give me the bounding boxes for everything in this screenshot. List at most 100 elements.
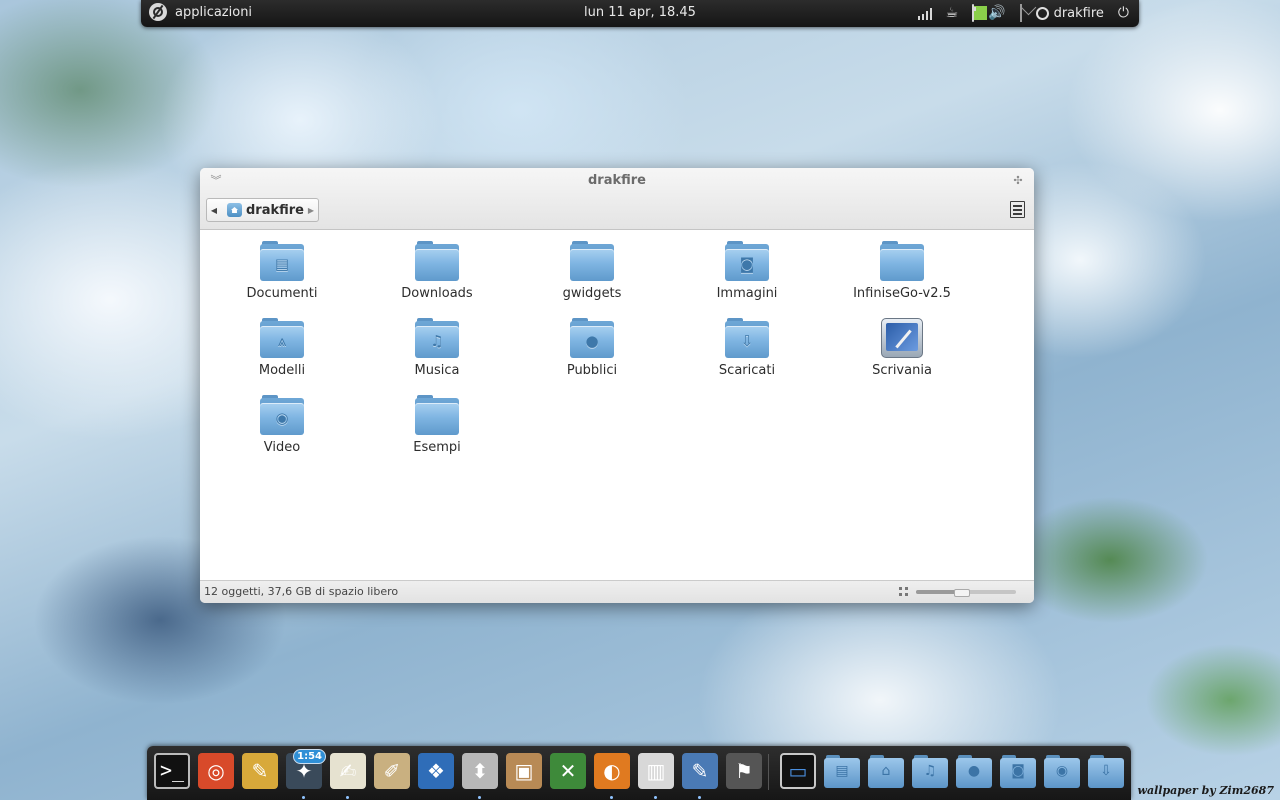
- place-glyph: ▤: [835, 763, 849, 779]
- running-indicator: [302, 796, 305, 799]
- running-indicator: [654, 796, 657, 799]
- timer-badge: 1:54: [293, 749, 326, 764]
- dock-separator: [768, 754, 769, 790]
- power-icon[interactable]: ⏻: [1118, 3, 1129, 23]
- place-glyph: ⇩: [1100, 763, 1112, 779]
- battery-icon[interactable]: [972, 3, 988, 23]
- folder-icon: [880, 241, 924, 281]
- video-folder-icon: ◉: [260, 395, 304, 435]
- running-indicator: [478, 796, 481, 799]
- top-panel: applicazioni lun 11 apr, 18.45 ☕ 🔊 drakf…: [141, 0, 1139, 27]
- drawing-icon[interactable]: ✐: [374, 753, 410, 789]
- dock-glyph: ⚑: [735, 759, 753, 783]
- public-place-icon[interactable]: ●: [956, 753, 992, 789]
- file-item[interactable]: ◉ Video: [217, 395, 347, 455]
- file-item[interactable]: ⇩ Scaricati: [682, 318, 812, 378]
- clock-label[interactable]: lun 11 apr, 18.45: [584, 5, 696, 20]
- home-icon: [227, 203, 242, 217]
- file-item-label: Immagini: [716, 286, 778, 301]
- file-item-label: Pubblici: [566, 363, 618, 378]
- wallpaper-credit: wallpaper by Zim2687: [1137, 784, 1274, 797]
- folder-icon: [415, 395, 459, 435]
- paint-icon[interactable]: ✎: [242, 753, 278, 789]
- file-item[interactable]: Downloads: [372, 241, 502, 301]
- pictures-place-icon[interactable]: ◙: [1000, 753, 1036, 789]
- file-item[interactable]: ⩓ Modelli: [217, 318, 347, 378]
- dock-glyph: ✐: [383, 759, 401, 783]
- dock-glyph: ✎: [691, 759, 709, 783]
- file-item-label: Downloads: [401, 286, 473, 301]
- back-arrow-icon[interactable]: ◀: [207, 206, 221, 215]
- applications-label: applicazioni: [175, 4, 253, 20]
- running-indicator: [610, 796, 613, 799]
- downloads-place-icon[interactable]: ⇩: [1088, 753, 1124, 789]
- file-manager-icon[interactable]: ▥: [638, 753, 674, 799]
- xchat-icon[interactable]: ✕: [550, 753, 586, 789]
- presentation-icon[interactable]: ❖: [418, 753, 454, 789]
- file-item-label: Video: [263, 440, 301, 455]
- dock-glyph: ✕: [559, 759, 577, 783]
- documents-place-icon[interactable]: ▤: [824, 753, 860, 789]
- status-bar: 12 oggetti, 37,6 GB di spazio libero: [200, 580, 1034, 603]
- dock-glyph: ❖: [427, 759, 445, 783]
- music-folder-icon: ♫: [415, 318, 459, 358]
- zoom-slider-handle[interactable]: [954, 589, 970, 597]
- videos-place-icon[interactable]: ◉: [1044, 753, 1080, 789]
- place-glyph: ♫: [923, 763, 937, 779]
- running-indicator: [346, 796, 349, 799]
- disc-burner-icon[interactable]: ◎: [198, 753, 234, 789]
- running-indicator: [698, 796, 701, 799]
- dock-glyph: ▣: [514, 759, 534, 783]
- file-item[interactable]: Esempi: [372, 395, 502, 455]
- clock-app-icon[interactable]: ✦ 1:54: [286, 749, 326, 799]
- file-item-label: Musica: [414, 363, 460, 378]
- file-item[interactable]: ▤ Documenti: [217, 241, 347, 301]
- volume-icon[interactable]: 🔊: [988, 3, 1005, 23]
- applications-menu[interactable]: applicazioni: [149, 3, 252, 21]
- dock: >_ ◎ ✎ ✦ 1:54 ✍ ✐ ❖ ⬍ ▣ ✕ ◐ ▥ ✎ ⚑ ▭ ▤ ⌂ ♫ ● ◙ ◉ ⇩: [147, 746, 1131, 800]
- zoom-slider[interactable]: [916, 589, 1016, 597]
- file-item[interactable]: Scrivania: [837, 318, 967, 378]
- dock-glyph: ✎: [251, 759, 269, 783]
- caffeine-cup-icon[interactable]: ☕: [946, 3, 959, 23]
- text-editor-icon[interactable]: ✍: [330, 753, 366, 799]
- dock-glyph: ◐: [603, 759, 621, 783]
- file-item[interactable]: ♫ Musica: [372, 318, 502, 378]
- file-item-label: InfiniseGo-v2.5: [853, 286, 951, 301]
- forward-arrow-icon[interactable]: ▶: [304, 206, 318, 215]
- view-mode-list-icon[interactable]: [1010, 201, 1025, 218]
- desktop-place-icon[interactable]: ▭: [780, 753, 816, 789]
- network-signal-icon[interactable]: [917, 7, 932, 20]
- file-item[interactable]: ● Pubblici: [527, 318, 657, 378]
- public-folder-icon: ●: [570, 318, 614, 358]
- place-glyph: ●: [967, 763, 981, 779]
- file-item[interactable]: InfiniseGo-v2.5: [837, 241, 967, 301]
- place-glyph: ⌂: [881, 763, 891, 779]
- file-item-label: gwidgets: [562, 286, 622, 301]
- maximize-icon[interactable]: ✣: [1011, 174, 1025, 188]
- system-monitor-icon[interactable]: ⚑: [726, 753, 762, 789]
- firefox-icon[interactable]: ◐: [594, 753, 630, 799]
- user-menu[interactable]: drakfire: [1035, 5, 1104, 21]
- settings-icon[interactable]: ✎: [682, 753, 718, 799]
- file-item-label: Esempi: [413, 440, 461, 455]
- desktop-icon: [881, 318, 923, 358]
- dock-glyph: ◎: [207, 759, 225, 783]
- terminal-icon[interactable]: >_: [154, 753, 190, 789]
- system-logo-icon: [149, 3, 167, 21]
- home-place-icon[interactable]: ⌂: [868, 753, 904, 789]
- dock-glyph: >_: [160, 758, 185, 782]
- zoom-grid-icon: [899, 587, 908, 596]
- file-item[interactable]: ◙ Immagini: [682, 241, 812, 301]
- file-item[interactable]: gwidgets: [527, 241, 657, 301]
- archive-manager-icon[interactable]: ▣: [506, 753, 542, 789]
- window-titlebar[interactable]: ︾ drakfire ✣ ◀ drakfire ▶: [200, 168, 1034, 230]
- system-updater-icon[interactable]: ⬍: [462, 753, 498, 799]
- place-glyph: ◉: [1055, 763, 1069, 779]
- breadcrumb-home[interactable]: drakfire: [246, 203, 304, 218]
- user-name: drakfire: [1053, 5, 1104, 21]
- music-place-icon[interactable]: ♫: [912, 753, 948, 789]
- dock-glyph: ▥: [646, 759, 666, 783]
- folder-icon: [570, 241, 614, 281]
- messaging-mail-icon[interactable]: [1019, 3, 1022, 23]
